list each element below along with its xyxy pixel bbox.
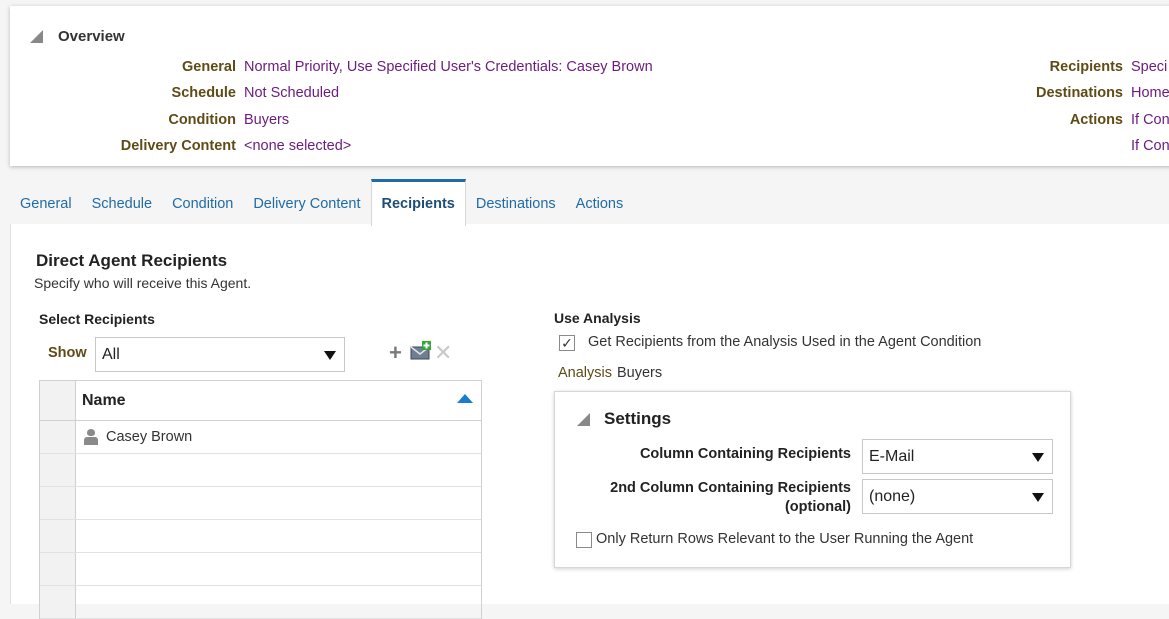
second-column-optional-label: (optional): [784, 499, 851, 515]
table-header: Name: [40, 381, 481, 421]
second-column-value: (none): [869, 488, 916, 505]
overview-label: Recipients: [1049, 59, 1123, 75]
tab-actions[interactable]: Actions: [566, 179, 634, 225]
dropdown-arrow-icon: [1032, 452, 1044, 462]
table-cell-name[interactable]: Casey Brown: [76, 421, 481, 453]
only-relevant-checkbox[interactable]: [576, 532, 592, 548]
get-recipients-checkbox[interactable]: ✓: [559, 335, 575, 351]
table-row[interactable]: [40, 553, 481, 586]
checkmark-icon: ✓: [561, 335, 573, 351]
settings-panel: Settings Column Containing Recipients E-…: [554, 391, 1071, 568]
dropdown-arrow-icon: [324, 350, 336, 360]
overview-row-delivery-content: Delivery Content: [10, 138, 236, 158]
column-recipients-value: E-Mail: [869, 448, 915, 465]
section-title: Direct Agent Recipients: [36, 251, 228, 270]
overview-value: Home: [1131, 85, 1169, 101]
settings-title: Settings: [604, 409, 672, 428]
show-label: Show: [48, 345, 87, 361]
row-header-corner: [40, 381, 76, 420]
table-cell-name[interactable]: [76, 586, 481, 618]
recipients-table: Name Casey Brown: [39, 380, 482, 619]
table-cell-name[interactable]: [76, 487, 481, 519]
table-row[interactable]: [40, 586, 481, 619]
tab-bar: General Schedule Condition Delivery Cont…: [10, 179, 634, 226]
overview-label: Destinations: [1035, 85, 1123, 101]
section-description: Specify who will receive this Agent.: [34, 275, 252, 291]
table-cell-name[interactable]: [76, 553, 481, 585]
table-row[interactable]: Casey Brown: [40, 421, 481, 454]
row-header[interactable]: [40, 421, 76, 453]
user-icon: [84, 429, 98, 445]
tab-delivery-content[interactable]: Delivery Content: [243, 179, 370, 225]
collapse-triangle-icon[interactable]: [30, 30, 43, 43]
overview-value: If Con: [1131, 138, 1169, 154]
overview-value: Speci: [1131, 59, 1168, 75]
add-icon[interactable]: +: [389, 342, 402, 364]
collapse-triangle-icon[interactable]: [577, 412, 590, 426]
column-header-name[interactable]: Name: [76, 381, 481, 420]
dropdown-arrow-icon: [1032, 492, 1044, 502]
recipient-name: Casey Brown: [106, 429, 193, 445]
tab-recipients[interactable]: Recipients: [370, 179, 466, 226]
table-cell-name[interactable]: [76, 520, 481, 552]
only-relevant-label[interactable]: Only Return Rows Relevant to the User Ru…: [596, 531, 973, 547]
second-column-select[interactable]: (none): [862, 479, 1053, 514]
tab-schedule[interactable]: Schedule: [82, 179, 162, 225]
show-select[interactable]: All: [95, 337, 345, 372]
tab-destinations[interactable]: Destinations: [466, 179, 566, 225]
row-header[interactable]: [40, 586, 76, 618]
column-recipients-label: Column Containing Recipients: [639, 446, 851, 462]
settings-header[interactable]: Settings: [577, 409, 671, 429]
analysis-label: Analysis: [558, 365, 612, 381]
overview-title: Overview: [58, 28, 125, 45]
table-row[interactable]: [40, 454, 481, 487]
row-header[interactable]: [40, 553, 76, 585]
row-header[interactable]: [40, 487, 76, 519]
tab-general[interactable]: General: [10, 179, 82, 225]
overview-row-recipients: Recipients: [10, 59, 1123, 79]
overview-label: Actions: [1069, 112, 1123, 128]
overview-header[interactable]: Overview: [30, 28, 125, 45]
overview-value: If Con: [1131, 112, 1169, 128]
table-row[interactable]: [40, 520, 481, 553]
analysis-value: Buyers: [617, 365, 663, 381]
delete-icon[interactable]: ✕: [434, 342, 452, 364]
row-header[interactable]: [40, 454, 76, 486]
overview-label: Delivery Content: [120, 138, 236, 154]
overview-value: <none selected>: [244, 138, 352, 154]
recipients-panel: Direct Agent Recipients Specify who will…: [10, 224, 1169, 619]
overview-panel: Overview General Normal Priority, Use Sp…: [10, 6, 1169, 166]
column-recipients-select[interactable]: E-Mail: [862, 439, 1053, 474]
row-header[interactable]: [40, 520, 76, 552]
second-column-label: 2nd Column Containing Recipients: [610, 480, 851, 496]
overview-row-destinations: Destinations: [10, 85, 1123, 105]
table-row[interactable]: [40, 487, 481, 520]
use-analysis-title: Use Analysis: [554, 310, 641, 326]
select-recipients-title: Select Recipients: [39, 311, 155, 327]
overview-row-actions: Actions: [10, 112, 1123, 132]
show-select-value: All: [102, 346, 120, 363]
add-email-icon[interactable]: [410, 341, 432, 361]
column-header-label: Name: [82, 392, 126, 409]
table-cell-name[interactable]: [76, 454, 481, 486]
sort-ascending-icon[interactable]: [457, 394, 473, 403]
tab-condition[interactable]: Condition: [162, 179, 243, 225]
get-recipients-label[interactable]: Get Recipients from the Analysis Used in…: [588, 334, 981, 350]
